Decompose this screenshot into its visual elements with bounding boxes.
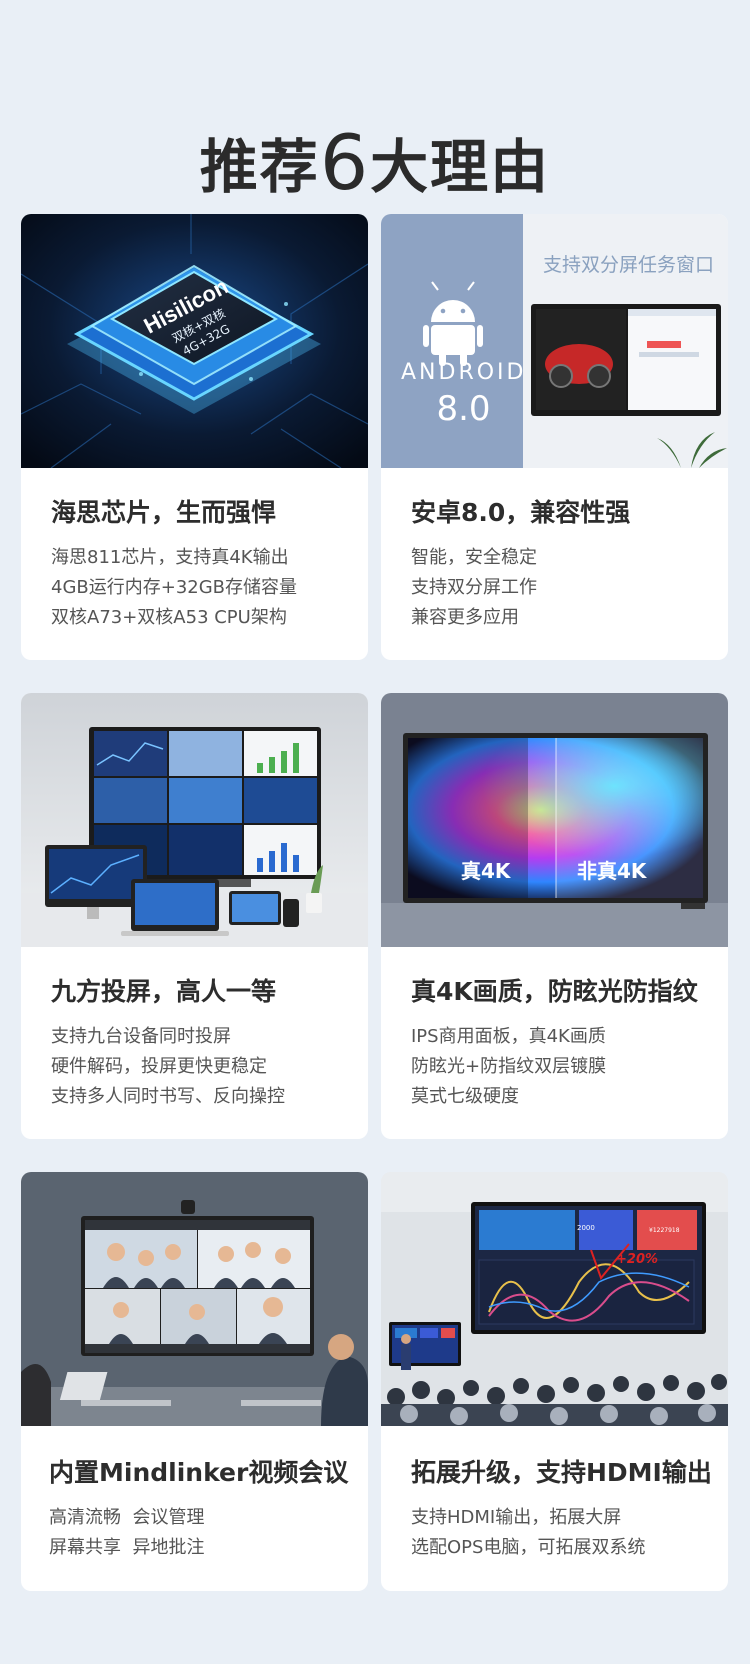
card-line: 支持HDMI输出，拓展大屏 [411, 1507, 622, 1528]
split-screen-caption: 支持双分屏任务窗口 [542, 254, 714, 276]
feature-card-projection: 九方投屏，高人一等 支持九台设备同时投屏 硬件解码，投屏更快更稳定 支持多人同时… [21, 693, 368, 1139]
card-line: 屏幕共享 异地批注 [49, 1537, 205, 1558]
chip-image: Hisilicon 双核+双核 4G+32G [21, 214, 368, 468]
card-line: 4GB运行内存+32GB存储容量 [51, 577, 298, 598]
card-line: 防眩光+防指纹双层镀膜 [411, 1056, 607, 1077]
page-title: 推荐6大理由 [0, 118, 750, 207]
card-line: IPS商用面板，真4K画质 [411, 1026, 606, 1047]
title-text-post: 大理由 [370, 133, 551, 201]
dashboard-kpi-2: ¥1227918 [649, 1227, 680, 1234]
card-line: 支持双分屏工作 [411, 577, 537, 598]
title-text-pre: 推荐 [199, 133, 320, 201]
true-4k-label: 真4K [461, 859, 511, 883]
dashboard-kpi-1: 2000 [577, 1224, 595, 1232]
annotation-text: +20% [616, 1252, 659, 1267]
card-line: 选配OPS电脑，可拓展双系统 [411, 1537, 646, 1558]
card-line: 支持多人同时书写、反向操控 [51, 1086, 285, 1107]
feature-card-hdmi: 2000 ¥1227918 +20% 拓展升级，支持HDMI输出 支持HDMI输… [381, 1172, 728, 1591]
card-line: 双核A73+双核A53 CPU架构 [51, 607, 287, 628]
feature-card-video-meeting: 内置Mindlinker视频会议 高清流畅 会议管理 屏幕共享 异地批注 [21, 1172, 368, 1591]
card-title: 安卓8.0，兼容性强 [411, 498, 631, 527]
card-line: 兼容更多应用 [411, 607, 519, 628]
card-title: 内置Mindlinker视频会议 [49, 1458, 349, 1487]
feature-card-4k: 真4K 非真4K 真4K画质，防眩光防指纹 IPS商用面板，真4K画质 防眩光+… [381, 693, 728, 1139]
card-line: 莫式七级硬度 [411, 1086, 519, 1107]
card-title: 海思芯片，生而强悍 [51, 498, 277, 527]
card-line: 智能，安全稳定 [411, 547, 537, 568]
non-4k-label: 非真4K [577, 859, 647, 883]
title-number: 6 [319, 118, 371, 207]
card-line: 海思811芯片，支持真4K输出 [51, 547, 289, 568]
hdmi-presentation-image: 2000 ¥1227918 +20% [381, 1172, 728, 1426]
card-line: 高清流畅 会议管理 [49, 1507, 205, 1528]
card-title: 拓展升级，支持HDMI输出 [411, 1458, 712, 1487]
video-meeting-image [21, 1172, 368, 1426]
card-title: 真4K画质，防眩光防指纹 [411, 977, 698, 1006]
card-line: 支持九台设备同时投屏 [51, 1026, 231, 1047]
4k-display-image: 真4K 非真4K [381, 693, 728, 947]
android-version: 8.0 [436, 389, 491, 429]
card-title: 九方投屏，高人一等 [51, 977, 277, 1006]
android-image: ANDROID 8.0 支持双分屏任务窗口 [381, 214, 728, 468]
feature-card-android: ANDROID 8.0 支持双分屏任务窗口 安卓8.0，兼容性强 智能，安全稳定… [381, 214, 728, 660]
card-line: 硬件解码，投屏更快更稳定 [51, 1056, 267, 1077]
android-wordmark: ANDROID [401, 360, 527, 385]
projection-image [21, 693, 368, 947]
feature-card-chip: Hisilicon 双核+双核 4G+32G 海思芯片，生而强悍 海思811芯片… [21, 214, 368, 660]
